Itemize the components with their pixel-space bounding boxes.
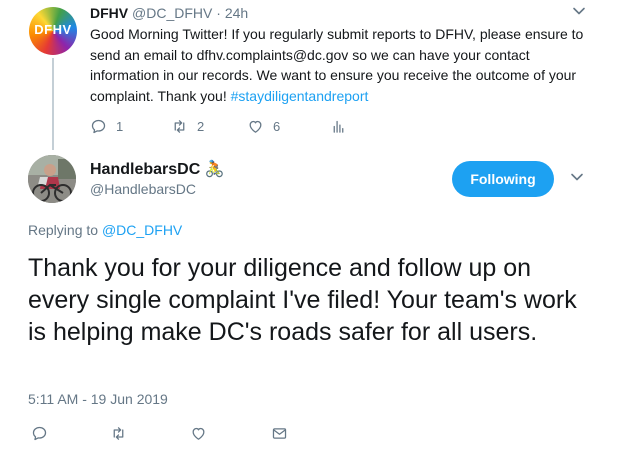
dfhv-avatar-logo: DFHV [34,22,72,37]
main-tweet-actions [0,425,618,445]
reply-icon [91,119,106,134]
heart-icon [249,120,262,133]
retweet-icon [113,427,124,440]
handlebarsdc-avatar[interactable] [28,155,76,203]
parent-tweet-menu-button[interactable] [572,4,586,21]
chevron-down-icon [573,7,585,15]
hashtag-link[interactable]: #staydiligentandreport [231,88,369,104]
main-tweet-menu-button[interactable] [570,170,584,187]
cyclist-emoji-icon: 🚴 [204,159,225,178]
parent-retweet-button[interactable]: 2 [171,118,204,135]
reply-icon [32,426,47,441]
parent-tweet-text: Good Morning Twitter! If you regularly s… [90,24,600,106]
parent-author-handle[interactable]: @DC_DFHV [132,5,212,21]
parent-tweet-actions: 1 2 6 [0,118,618,138]
author-name-row[interactable]: HandlebarsDC 🚴 [90,159,225,179]
parent-like-count: 6 [273,119,281,134]
reply-button[interactable] [31,425,48,442]
parent-retweet-count: 2 [197,119,205,134]
author-name[interactable]: HandlebarsDC [90,161,200,178]
parent-tweet-time[interactable]: 24h [225,5,248,21]
parent-tweet-header: DFHV @DC_DFHV · 24h [90,5,248,21]
replying-to-prefix: Replying to [28,222,102,238]
like-button[interactable] [190,425,207,442]
parent-author-name[interactable]: DFHV [90,5,128,21]
retweet-button[interactable] [110,425,127,442]
parent-reply-count: 1 [116,119,124,134]
dfhv-avatar[interactable]: DFHV [29,7,77,55]
parent-reply-button[interactable]: 1 [90,118,123,135]
analytics-icon [333,120,344,133]
cyclist-photo [28,155,76,203]
tweet-timestamp[interactable]: 5:11 AM - 19 Jun 2019 [28,391,168,407]
author-handle[interactable]: @HandlebarsDC [90,181,196,197]
parent-analytics-button[interactable] [330,118,347,135]
replying-to-mention[interactable]: @DC_DFHV [102,222,182,238]
replying-to: Replying to @DC_DFHV [28,222,182,238]
following-button[interactable]: Following [452,161,554,197]
direct-message-button[interactable] [271,425,288,442]
main-tweet-text: Thank you for your diligence and follow … [28,254,577,346]
mail-icon [272,428,287,439]
heart-icon [192,427,205,440]
header-separator: · [216,5,221,21]
chevron-down-icon [571,173,583,181]
parent-like-button[interactable]: 6 [247,118,280,135]
retweet-icon [174,120,185,133]
